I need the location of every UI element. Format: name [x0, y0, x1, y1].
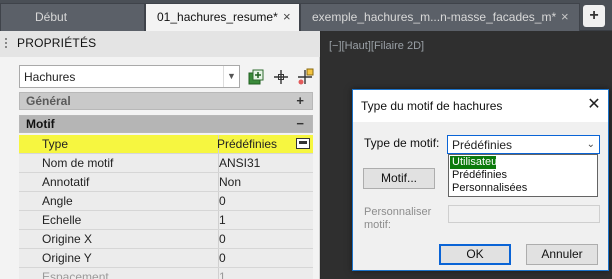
- property-value-text: 0: [219, 232, 226, 246]
- property-value[interactable]: ANSI31: [219, 154, 313, 172]
- property-grid: Type Prédéfinies Nom de motif ANSI31 Ann…: [19, 135, 313, 279]
- cancel-button[interactable]: Annuler: [526, 244, 598, 265]
- motif-button[interactable]: Motif...: [363, 168, 435, 189]
- tab-label: Début: [35, 10, 68, 24]
- close-icon[interactable]: ✕: [585, 96, 603, 114]
- property-value[interactable]: 1: [219, 211, 313, 229]
- section-general-label: Général: [26, 94, 71, 108]
- chevron-down-icon: ⌄: [586, 139, 595, 150]
- dialog-title: Type du motif de hachures: [361, 99, 503, 113]
- object-type-value: Hachures: [24, 70, 76, 84]
- section-motif-label: Motif: [26, 117, 55, 131]
- property-value-text: Prédéfinies: [217, 137, 278, 151]
- expand-icon[interactable]: +: [296, 93, 304, 108]
- viewport-controls-label[interactable]: [−][Haut][Filaire 2D]: [329, 40, 424, 52]
- option-utilisateur[interactable]: Utilisateur: [450, 156, 501, 169]
- quick-select-icon[interactable]: [296, 68, 314, 86]
- property-row-espacement[interactable]: Espacement 1: [19, 268, 313, 279]
- custom-pattern-label-line2: motif:: [364, 219, 391, 231]
- property-value[interactable]: 0: [219, 230, 313, 248]
- object-type-select[interactable]: Hachures ▼: [19, 65, 240, 88]
- property-value[interactable]: 0: [219, 249, 313, 267]
- property-row-echelle[interactable]: Echelle 1: [19, 211, 313, 230]
- hatch-pattern-type-dialog: Type du motif de hachures ✕ Type de moti…: [352, 89, 609, 271]
- option-predefinies[interactable]: Prédéfinies: [450, 169, 596, 182]
- document-tab-bar: Début 01_hachures_resume* × exemple_hach…: [0, 0, 612, 31]
- ok-button[interactable]: OK: [439, 244, 511, 265]
- pattern-type-value: Prédéfinies: [452, 138, 513, 152]
- tab-01-hachures-resume[interactable]: 01_hachures_resume* ×: [145, 3, 300, 31]
- section-general[interactable]: Général +: [19, 92, 313, 110]
- property-key: Echelle: [19, 211, 219, 229]
- panel-header: PROPRIÉTÉS: [0, 31, 320, 57]
- property-value-text: 1: [219, 213, 226, 227]
- tab-exemple-hachures[interactable]: exemple_hachures_m...n-masse_facades_m* …: [300, 3, 580, 31]
- panel-title: PROPRIÉTÉS: [17, 36, 97, 50]
- custom-pattern-field: [448, 205, 600, 223]
- property-value-text: 1: [219, 270, 226, 279]
- property-key: Origine Y: [19, 249, 219, 267]
- property-row-nom-de-motif[interactable]: Nom de motif ANSI31: [19, 154, 313, 173]
- tab-debut[interactable]: Début: [0, 3, 145, 31]
- tab-label: exemple_hachures_m...n-masse_facades_m*: [312, 10, 557, 24]
- property-row-type[interactable]: Type Prédéfinies: [19, 135, 313, 154]
- select-objects-icon[interactable]: [272, 68, 290, 86]
- property-value[interactable]: 0: [219, 192, 313, 210]
- drag-grip-icon[interactable]: [5, 38, 11, 50]
- property-value-text: Non: [219, 175, 242, 189]
- new-tab-button[interactable]: +: [583, 5, 605, 27]
- pattern-type-dropdown: Utilisateur Prédéfinies Personnalisées: [448, 154, 598, 197]
- property-row-origine-y[interactable]: Origine Y 0: [19, 249, 313, 268]
- property-row-angle[interactable]: Angle 0: [19, 192, 313, 211]
- property-value[interactable]: 1: [219, 268, 313, 279]
- chevron-down-icon: ▼: [223, 66, 239, 87]
- tab-label: 01_hachures_resume*: [157, 10, 278, 24]
- property-key: Origine X: [19, 230, 219, 248]
- pattern-type-dialog-icon[interactable]: [296, 138, 310, 149]
- dialog-titlebar[interactable]: Type du motif de hachures ✕: [353, 90, 608, 122]
- pattern-type-combo[interactable]: Prédéfinies ⌄: [447, 135, 600, 154]
- custom-pattern-label-line1: Personnaliser: [364, 206, 432, 218]
- property-key: Angle: [19, 192, 219, 210]
- close-tab-icon[interactable]: ×: [561, 4, 569, 30]
- collapse-icon[interactable]: −: [296, 116, 304, 131]
- property-value-text: 0: [219, 251, 226, 265]
- section-motif[interactable]: Motif −: [19, 115, 313, 133]
- property-key: Annotatif: [19, 173, 219, 191]
- pattern-type-label: Type de motif:: [364, 136, 440, 150]
- toggle-pickadd-icon[interactable]: [247, 68, 265, 86]
- properties-panel: PROPRIÉTÉS Hachures ▼ Général + Motif − …: [0, 31, 320, 279]
- property-key: Type: [19, 135, 219, 153]
- close-tab-icon[interactable]: ×: [283, 4, 291, 30]
- property-key: Espacement: [19, 268, 219, 279]
- option-personnalisees[interactable]: Personnalisées: [450, 182, 596, 195]
- property-key: Nom de motif: [19, 154, 219, 172]
- property-value-text: ANSI31: [219, 156, 261, 170]
- property-value[interactable]: Non: [219, 173, 313, 191]
- property-value-text: 0: [219, 194, 226, 208]
- property-row-origine-x[interactable]: Origine X 0: [19, 230, 313, 249]
- property-row-annotatif[interactable]: Annotatif Non: [19, 173, 313, 192]
